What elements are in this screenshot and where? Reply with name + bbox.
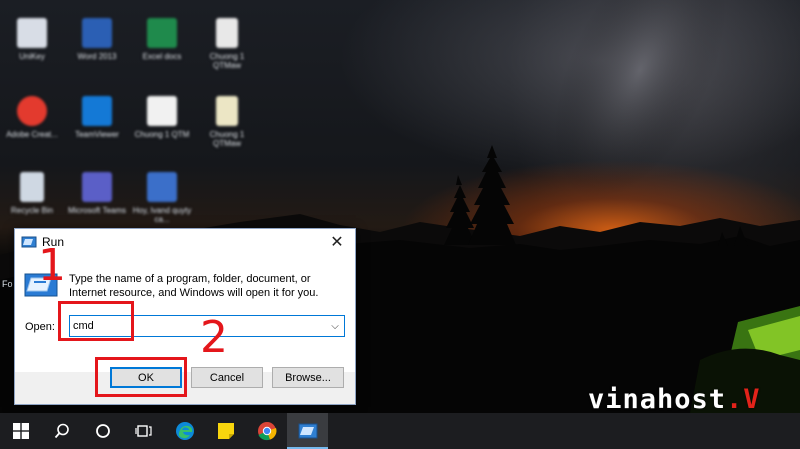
run-titlebar[interactable]: Run: [15, 229, 355, 255]
chevron-down-icon[interactable]: ⌵: [326, 316, 344, 336]
start-button[interactable]: [0, 413, 41, 449]
run-icon: [21, 236, 37, 248]
edge-icon: [175, 422, 194, 440]
file-icon: [216, 18, 238, 48]
desktop-icon-adobe[interactable]: Adobe Creat...: [2, 96, 62, 158]
document-icon: [147, 96, 177, 126]
desktop-icon-word[interactable]: Word 2013: [67, 18, 127, 80]
task-view-icon: [134, 425, 152, 437]
windows-logo-icon: [12, 423, 29, 439]
desktop-icon-document[interactable]: Chuong 1 QTM: [132, 96, 192, 158]
run-taskbar-button[interactable]: [287, 413, 328, 449]
vinahost-watermark: vinahost.V: [588, 384, 761, 415]
open-label: Open:: [25, 321, 55, 333]
file-icon-2: [216, 96, 238, 126]
recycle-bin-icon: [20, 172, 44, 202]
desktop-icon-word-doc[interactable]: Hoy, lvand quyty ca...: [132, 172, 192, 234]
browse-button[interactable]: Browse...: [272, 367, 344, 388]
desktop-icon-label: UniKey: [19, 52, 45, 61]
cancel-button[interactable]: Cancel: [191, 367, 263, 388]
step-number-1: 1: [38, 240, 66, 291]
desktop-icon-label: Chuong 1 QTMaw: [209, 52, 245, 70]
taskbar: [0, 413, 800, 449]
close-button[interactable]: ✕: [319, 229, 355, 255]
sticky-notes-icon: [217, 423, 234, 439]
word-icon: [82, 18, 112, 48]
circle-icon: [95, 424, 110, 438]
teams-icon: [82, 172, 112, 202]
step-number-2: 2: [200, 312, 228, 363]
teamviewer-icon: [82, 96, 112, 126]
desktop-icon-excel[interactable]: Excel docs: [132, 18, 192, 80]
adobe-icon: [17, 96, 47, 126]
sticky-notes-button[interactable]: [205, 413, 246, 449]
word-doc-icon: [147, 172, 177, 202]
desktop-icon-label: Excel docs: [142, 52, 182, 61]
excel-icon: [147, 18, 177, 48]
cortana-button[interactable]: [82, 413, 123, 449]
ok-highlight-box: [95, 357, 187, 397]
watermark-text: vinahost: [588, 384, 727, 415]
desktop-partial-label: Fo: [2, 279, 13, 289]
desktop-icon-teams[interactable]: Microsoft Teams: [67, 172, 127, 234]
close-icon: ✕: [330, 234, 344, 251]
run-icon: [298, 423, 317, 439]
watermark-mark: .V: [726, 384, 761, 415]
task-view-button[interactable]: [123, 413, 164, 449]
desktop-icon-recycle-bin[interactable]: Recycle Bin: [2, 172, 62, 234]
desktop-icon-label: Chuong 1 QTM: [134, 130, 190, 139]
input-highlight-box: [58, 301, 134, 341]
desktop-icon-label: TeamViewer: [75, 130, 119, 139]
desktop-icon-label: Chuong 1 QTMaw: [209, 130, 245, 148]
chrome-button[interactable]: [246, 413, 287, 449]
desktop-icon-file[interactable]: Chuong 1 QTMaw: [197, 18, 257, 80]
desktop-icon-label: Microsoft Teams: [67, 206, 127, 215]
desktop-icon-label: Adobe Creat...: [6, 130, 58, 139]
unikey-icon: [17, 18, 47, 48]
desktop-icon-label: Recycle Bin: [10, 206, 54, 215]
chrome-icon: [257, 422, 276, 441]
desktop-icon-label: Word 2013: [77, 52, 117, 61]
desktop-icon-label: Hoy, lvand quyty ca...: [132, 206, 192, 224]
search-button[interactable]: [41, 413, 82, 449]
search-icon: [54, 423, 69, 439]
desktop-icon-file-2[interactable]: Chuong 1 QTMaw: [197, 96, 257, 158]
run-description: Type the name of a program, folder, docu…: [69, 273, 319, 299]
edge-button[interactable]: [164, 413, 205, 449]
desktop-icon-unikey[interactable]: UniKey: [2, 18, 62, 80]
desktop-icon-teamviewer[interactable]: TeamViewer: [67, 96, 127, 158]
